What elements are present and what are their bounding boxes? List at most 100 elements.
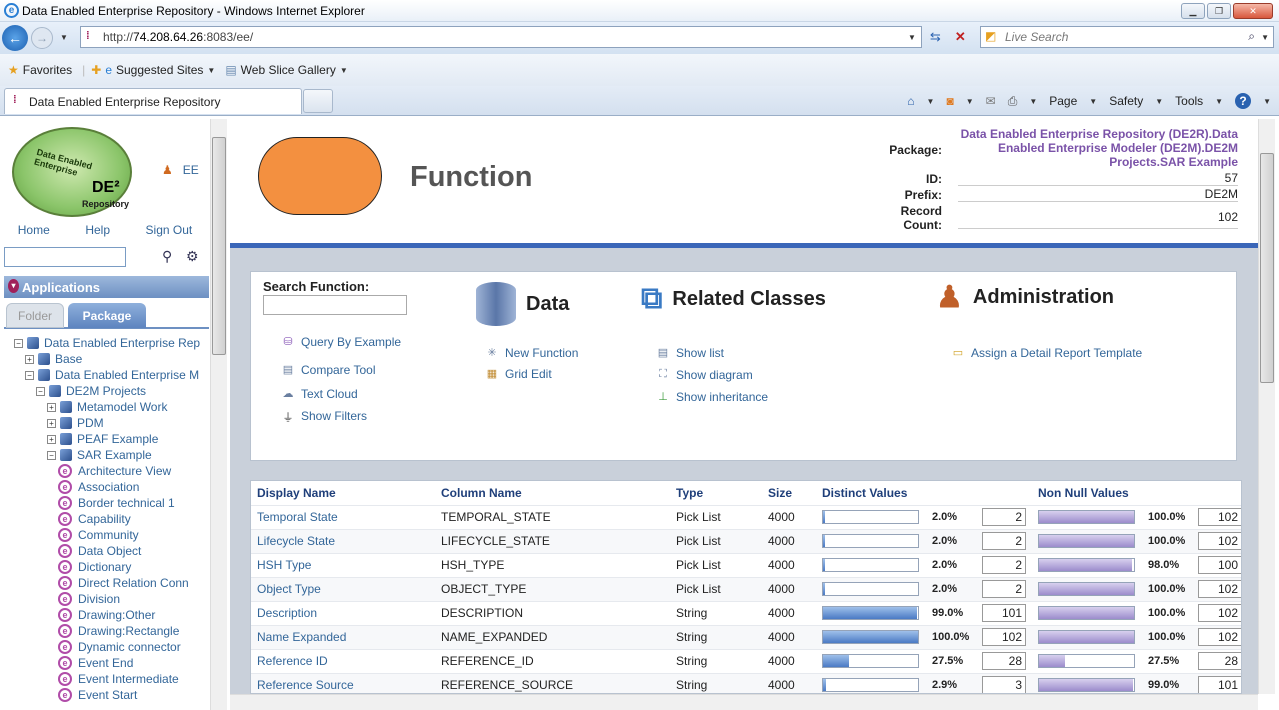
address-bar[interactable]: ⁞ http://74.208.64.26:8083/ee/ bbox=[80, 26, 922, 48]
tree-item[interactable]: e Division bbox=[14, 591, 210, 607]
tree-item[interactable]: e Dynamic connector bbox=[14, 639, 210, 655]
print-icon[interactable]: ⎙ bbox=[1008, 94, 1018, 109]
package-value[interactable]: Data Enabled Enterprise Repository (DE2R… bbox=[958, 127, 1238, 169]
search-dropdown-icon[interactable]: ▼ bbox=[1261, 33, 1269, 42]
tools-menu[interactable]: Tools bbox=[1175, 94, 1203, 108]
header-type[interactable]: Type bbox=[670, 481, 762, 505]
tree-item[interactable]: e Border technical 1 bbox=[14, 495, 210, 511]
suggested-sites-link[interactable]: Suggested Sites bbox=[116, 63, 203, 77]
display-name-link[interactable]: Reference Source bbox=[251, 672, 435, 693]
webslice-dropdown-icon[interactable]: ▼ bbox=[340, 66, 348, 75]
distinct-count[interactable]: 102 bbox=[982, 628, 1026, 646]
tree-item[interactable]: e Direct Relation Conn bbox=[14, 575, 210, 591]
print-dropdown-icon[interactable]: ▼ bbox=[1029, 97, 1037, 106]
collapse-icon[interactable]: − bbox=[14, 338, 23, 348]
tree-item[interactable]: e Event End bbox=[14, 655, 210, 671]
expand-icon[interactable]: + bbox=[47, 418, 56, 428]
tree-item[interactable]: e Dictionary bbox=[14, 559, 210, 575]
display-name-link[interactable]: Name Expanded bbox=[251, 624, 435, 649]
tree-item[interactable]: + Metamodel Work bbox=[14, 399, 210, 415]
display-name-link[interactable]: Lifecycle State bbox=[251, 528, 435, 553]
horizontal-scrollbar[interactable] bbox=[230, 694, 1258, 710]
distinct-count[interactable]: 2 bbox=[982, 556, 1026, 574]
non-null-count[interactable]: 102 bbox=[1198, 508, 1241, 526]
maximize-button[interactable]: ❐ bbox=[1207, 3, 1231, 19]
header-non-null-values[interactable]: Non Null Values bbox=[1032, 481, 1241, 505]
distinct-count[interactable]: 2 bbox=[982, 532, 1026, 550]
new-function-link[interactable]: ✳ New Function bbox=[485, 346, 578, 360]
non-null-count[interactable]: 100 bbox=[1198, 556, 1241, 574]
tree-item[interactable]: − SAR Example bbox=[14, 447, 210, 463]
help-icon[interactable]: ? bbox=[1235, 93, 1252, 109]
collapse-icon[interactable]: − bbox=[47, 450, 56, 460]
forward-button[interactable]: → bbox=[31, 27, 53, 49]
header-distinct-values[interactable]: Distinct Values bbox=[816, 481, 1032, 505]
feeds-icon[interactable]: ◙ bbox=[946, 94, 953, 108]
sidebar-search-input[interactable] bbox=[4, 247, 126, 267]
display-name-link[interactable]: Object Type bbox=[251, 576, 435, 601]
distinct-count[interactable]: 101 bbox=[982, 604, 1026, 622]
non-null-count[interactable]: 102 bbox=[1198, 604, 1241, 622]
display-name-link[interactable]: Description bbox=[251, 600, 435, 625]
browser-tab[interactable]: ⁞ Data Enabled Enterprise Repository bbox=[4, 88, 302, 114]
back-button[interactable]: ← bbox=[2, 25, 28, 51]
non-null-count[interactable]: 102 bbox=[1198, 628, 1241, 646]
tab-package[interactable]: Package bbox=[68, 303, 146, 328]
tree-item[interactable]: e Community bbox=[14, 527, 210, 543]
display-name-link[interactable]: Temporal State bbox=[251, 504, 435, 529]
show-diagram-link[interactable]: ⛶ Show diagram bbox=[656, 368, 753, 382]
user-indicator[interactable]: ♟ EE bbox=[162, 163, 199, 177]
header-display-name[interactable]: Display Name bbox=[251, 481, 435, 505]
search-icon[interactable]: ⌕ bbox=[1248, 29, 1255, 44]
tree-item[interactable]: e Association bbox=[14, 479, 210, 495]
safety-menu[interactable]: Safety bbox=[1109, 94, 1143, 108]
page-menu[interactable]: Page bbox=[1049, 94, 1077, 108]
feeds-dropdown-icon[interactable]: ▼ bbox=[966, 97, 974, 106]
expand-icon[interactable]: + bbox=[47, 434, 56, 444]
mail-icon[interactable]: ✉ bbox=[986, 94, 996, 108]
safety-dropdown-icon[interactable]: ▼ bbox=[1155, 97, 1163, 106]
minimize-button[interactable]: ▁ bbox=[1181, 3, 1205, 19]
history-dropdown-icon[interactable]: ▼ bbox=[60, 33, 68, 42]
home-dropdown-icon[interactable]: ▼ bbox=[927, 97, 935, 106]
sidebar-scroll-thumb[interactable] bbox=[212, 137, 226, 355]
applications-header[interactable]: Applications bbox=[4, 276, 209, 298]
suggested-dropdown-icon[interactable]: ▼ bbox=[207, 66, 215, 75]
distinct-count[interactable]: 3 bbox=[982, 676, 1026, 693]
display-name-link[interactable]: Reference ID bbox=[251, 648, 435, 673]
non-null-count[interactable]: 102 bbox=[1198, 532, 1241, 550]
non-null-count[interactable]: 28 bbox=[1198, 652, 1241, 670]
tree-item[interactable]: + Base bbox=[14, 351, 210, 367]
help-dropdown-icon[interactable]: ▼ bbox=[1263, 97, 1271, 106]
close-window-button[interactable]: ✕ bbox=[1233, 3, 1273, 19]
header-size[interactable]: Size bbox=[762, 481, 816, 505]
tree-item[interactable]: e Event Start bbox=[14, 687, 210, 703]
assign-template-link[interactable]: ▭ Assign a Detail Report Template bbox=[951, 346, 1142, 360]
tree-item[interactable]: + PDM bbox=[14, 415, 210, 431]
show-inheritance-link[interactable]: ⊥ Show inheritance bbox=[656, 390, 768, 404]
grid-edit-link[interactable]: ▦ Grid Edit bbox=[485, 367, 552, 381]
header-column-name[interactable]: Column Name bbox=[435, 481, 670, 505]
page-scrollbar[interactable] bbox=[1258, 119, 1275, 694]
search-box[interactable]: ◩ Live Search ⌕ ▼ bbox=[980, 26, 1274, 48]
compare-tool-link[interactable]: ▤ Compare Tool bbox=[281, 363, 376, 377]
page-scroll-thumb[interactable] bbox=[1260, 153, 1274, 383]
tree-item[interactable]: e Event Intermediate bbox=[14, 671, 210, 687]
tree-item[interactable]: e Data Object bbox=[14, 543, 210, 559]
show-list-link[interactable]: ▤ Show list bbox=[656, 346, 724, 360]
collapse-icon[interactable]: − bbox=[36, 386, 45, 396]
binoculars-icon[interactable]: ⚲ bbox=[162, 248, 172, 265]
web-slice-gallery-link[interactable]: Web Slice Gallery bbox=[241, 63, 336, 77]
expand-icon[interactable]: + bbox=[25, 354, 34, 364]
collapse-icon[interactable]: − bbox=[25, 370, 34, 380]
distinct-count[interactable]: 2 bbox=[982, 580, 1026, 598]
non-null-count[interactable]: 102 bbox=[1198, 580, 1241, 598]
tab-folder[interactable]: Folder bbox=[6, 303, 64, 328]
tree-item[interactable]: e Drawing:Other bbox=[14, 607, 210, 623]
distinct-count[interactable]: 28 bbox=[982, 652, 1026, 670]
non-null-count[interactable]: 101 bbox=[1198, 676, 1241, 693]
stop-icon[interactable]: ✕ bbox=[955, 29, 966, 45]
tools-dropdown-icon[interactable]: ▼ bbox=[1215, 97, 1223, 106]
favorites-button[interactable]: Favorites bbox=[23, 63, 72, 77]
tree-item[interactable]: e Drawing:Rectangle bbox=[14, 623, 210, 639]
